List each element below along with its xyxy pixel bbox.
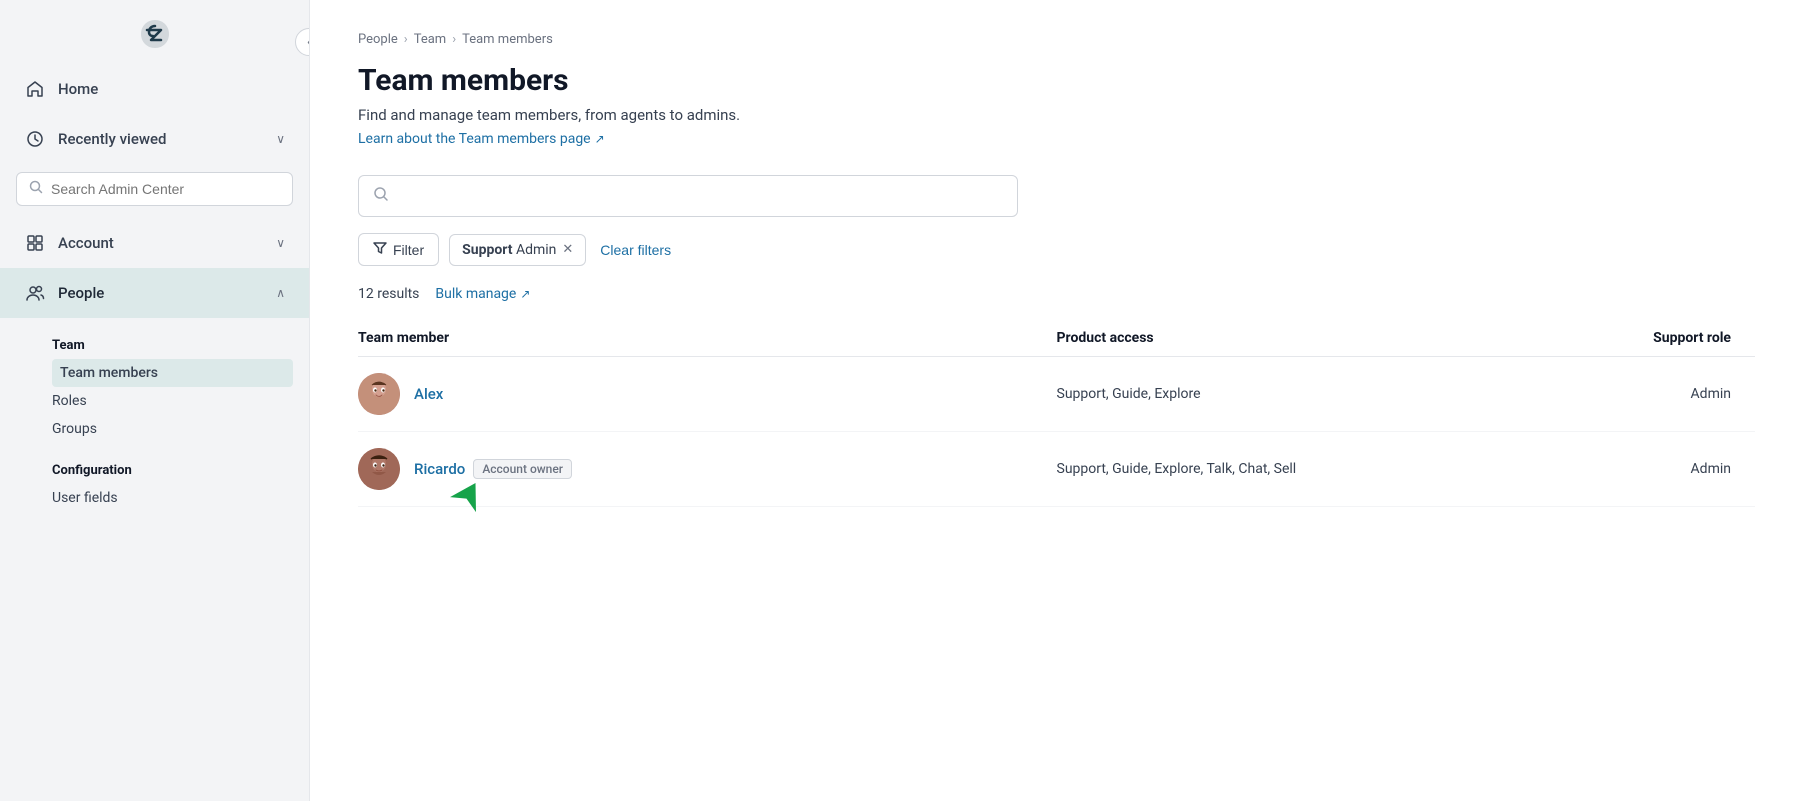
avatar-ricardo bbox=[358, 448, 400, 490]
members-table: Team member Product access Support role bbox=[358, 320, 1755, 507]
results-row: 12 results Bulk manage ↗ bbox=[358, 286, 1755, 302]
sidebar-nav-recently-viewed[interactable]: Recently viewed ∨ bbox=[0, 114, 309, 164]
page-description: Find and manage team members, from agent… bbox=[358, 106, 1755, 124]
main-search-bar[interactable] bbox=[358, 175, 1018, 217]
search-admin-center-input[interactable] bbox=[51, 181, 280, 197]
avatar-alex bbox=[358, 373, 400, 415]
clear-filters-button[interactable]: Clear filters bbox=[596, 235, 675, 265]
zendesk-logo bbox=[133, 12, 177, 56]
bulk-manage-link[interactable]: Bulk manage ↗ bbox=[435, 286, 530, 302]
team-section-title: Team bbox=[52, 334, 309, 359]
member-cell-ricardo: Ricardo Account owner bbox=[358, 432, 1057, 507]
breadcrumb: People › Team › Team members bbox=[358, 32, 1755, 47]
account-owner-badge: Account owner bbox=[473, 459, 572, 479]
table-body: Alex Support, Guide, Explore Admin bbox=[358, 357, 1755, 507]
people-icon bbox=[24, 282, 46, 304]
configuration-section-title: Configuration bbox=[52, 459, 309, 484]
clock-icon bbox=[24, 128, 46, 150]
table-row: Alex Support, Guide, Explore Admin bbox=[358, 357, 1755, 432]
breadcrumb-sep-1: › bbox=[404, 32, 408, 47]
support-role-alex: Admin bbox=[1476, 357, 1755, 432]
product-access-alex: Support, Guide, Explore bbox=[1057, 357, 1476, 432]
sidebar-item-team-members[interactable]: Team members bbox=[52, 359, 293, 387]
sidebar-item-user-fields[interactable]: User fields bbox=[52, 484, 309, 512]
people-chevron: ∧ bbox=[276, 286, 285, 300]
member-name-ricardo[interactable]: Ricardo bbox=[414, 460, 465, 478]
col-product-access: Product access bbox=[1057, 320, 1476, 357]
col-team-member: Team member bbox=[358, 320, 1057, 357]
filter-tag-remove[interactable]: ✕ bbox=[562, 243, 573, 256]
filter-button-label: Filter bbox=[393, 242, 424, 258]
sidebar: Home Recently viewed ∨ bbox=[0, 0, 310, 801]
people-subnav: Team Team members Roles Groups Configura… bbox=[0, 318, 309, 516]
sidebar-item-roles[interactable]: Roles bbox=[52, 387, 309, 415]
home-icon bbox=[24, 78, 46, 100]
search-input-wrap[interactable] bbox=[16, 172, 293, 206]
breadcrumb-team[interactable]: Team bbox=[414, 32, 447, 47]
sidebar-nav-home[interactable]: Home bbox=[0, 64, 309, 114]
filter-tag-prefix: Support bbox=[462, 242, 512, 258]
recently-viewed-label: Recently viewed bbox=[58, 130, 264, 148]
learn-more-link[interactable]: Learn about the Team members page ↗ bbox=[358, 131, 605, 147]
results-count: 12 results bbox=[358, 286, 419, 302]
people-label: People bbox=[58, 284, 264, 302]
team-section: Team Team members Roles Groups bbox=[52, 322, 309, 447]
avatar-alex-image bbox=[358, 373, 400, 415]
learn-more-link-text: Learn about the Team members page bbox=[358, 131, 591, 147]
account-icon bbox=[24, 232, 46, 254]
filter-tag-support-admin: Support Admin ✕ bbox=[449, 234, 586, 266]
account-label: Account bbox=[58, 234, 264, 252]
filter-icon bbox=[373, 241, 387, 258]
search-icon bbox=[29, 180, 43, 198]
home-label: Home bbox=[58, 80, 285, 98]
table-header: Team member Product access Support role bbox=[358, 320, 1755, 357]
configuration-section: Configuration User fields bbox=[52, 447, 309, 516]
recently-viewed-chevron: ∨ bbox=[276, 132, 285, 146]
member-cell-alex: Alex bbox=[358, 357, 1057, 432]
breadcrumb-people[interactable]: People bbox=[358, 32, 398, 47]
bulk-manage-label: Bulk manage bbox=[435, 286, 516, 302]
filter-row: Filter Support Admin ✕ Clear filters bbox=[358, 233, 1755, 266]
cursor-annotation bbox=[448, 476, 488, 520]
table-row: Ricardo Account owner Support, Guide, Ex… bbox=[358, 432, 1755, 507]
green-arrow-icon bbox=[448, 476, 488, 516]
sidebar-nav-account[interactable]: Account ∨ bbox=[0, 218, 309, 268]
bulk-manage-external-icon: ↗ bbox=[520, 287, 530, 301]
breadcrumb-sep-2: › bbox=[452, 32, 456, 47]
main-content: People › Team › Team members Team member… bbox=[310, 0, 1803, 801]
col-support-role: Support role bbox=[1476, 320, 1755, 357]
member-name-alex[interactable]: Alex bbox=[414, 385, 443, 403]
external-link-icon: ↗ bbox=[595, 132, 605, 146]
member-search-input[interactable] bbox=[399, 188, 1003, 205]
sidebar-scrollbar[interactable] bbox=[303, 0, 309, 801]
filter-tag-text: Support Admin bbox=[462, 242, 556, 258]
breadcrumb-current: Team members bbox=[462, 32, 553, 47]
main-search-icon bbox=[373, 186, 389, 206]
logo-area bbox=[0, 0, 309, 64]
filter-tag-value: Admin bbox=[516, 242, 556, 258]
filter-button[interactable]: Filter bbox=[358, 233, 439, 266]
product-access-ricardo: Support, Guide, Explore, Talk, Chat, Sel… bbox=[1057, 432, 1476, 507]
search-container bbox=[0, 164, 309, 218]
account-chevron: ∨ bbox=[276, 236, 285, 250]
page-title: Team members bbox=[358, 63, 1755, 98]
sidebar-nav-people[interactable]: People ∧ bbox=[0, 268, 309, 318]
avatar-ricardo-image bbox=[358, 448, 400, 490]
support-role-ricardo: Admin bbox=[1476, 432, 1755, 507]
sidebar-item-groups[interactable]: Groups bbox=[52, 415, 309, 443]
